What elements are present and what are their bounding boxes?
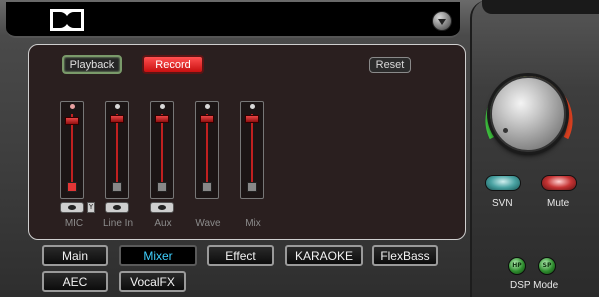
channel-strip-line-in <box>105 101 129 199</box>
tab-main[interactable]: Main <box>42 245 108 266</box>
reset-button[interactable]: Reset <box>369 57 411 73</box>
master-volume-knob[interactable] <box>490 76 566 152</box>
fader-handle[interactable] <box>155 115 169 123</box>
tab-effect[interactable]: Effect <box>207 245 274 266</box>
master-panel-cap <box>482 0 599 14</box>
monitor-eye-icon[interactable] <box>60 202 84 213</box>
dropdown-arrow-icon[interactable] <box>432 11 452 31</box>
dsp-headphone-button[interactable]: HP <box>508 257 526 275</box>
peak-indicator-icon <box>70 104 75 109</box>
channel-label-mix: Mix <box>245 218 261 229</box>
svn-label: SVN <box>492 198 513 209</box>
fader-track <box>251 114 253 190</box>
svn-button[interactable] <box>485 175 521 191</box>
fader-track <box>206 114 208 190</box>
channel-mute-toggle[interactable] <box>112 182 122 192</box>
fader-track <box>161 114 163 190</box>
channel-label-aux: Aux <box>154 218 172 229</box>
channel-label-line-in: Line In <box>102 218 134 229</box>
fader-track <box>116 114 118 190</box>
tab-mixer[interactable]: Mixer <box>119 245 197 266</box>
mute-label: Mute <box>547 198 570 209</box>
monitor-eye-icon[interactable] <box>105 202 129 213</box>
peak-indicator-icon <box>250 104 255 109</box>
channel-strip-mic <box>60 101 84 199</box>
tab-aec[interactable]: AEC <box>42 271 108 292</box>
dsp-mode-label: DSP Mode <box>510 280 559 291</box>
tab-karaoke[interactable]: KARAOKE <box>285 245 363 266</box>
knob-indicator-icon <box>503 128 508 133</box>
tab-flexbass[interactable]: FlexBass <box>372 245 438 266</box>
channel-mute-toggle[interactable] <box>67 182 77 192</box>
channel-label-mic: MIC <box>64 218 84 229</box>
header-bar <box>6 2 460 38</box>
mute-button[interactable] <box>541 175 577 191</box>
mic-boost-icon[interactable]: Y <box>87 202 95 213</box>
channel-mute-toggle[interactable] <box>247 182 257 192</box>
playback-button[interactable]: Playback <box>62 55 122 74</box>
record-button[interactable]: Record <box>142 55 204 74</box>
channel-label-wave: Wave <box>195 218 221 229</box>
channel-strip-wave <box>195 101 219 199</box>
fader-track <box>71 114 73 190</box>
channel-mute-toggle[interactable] <box>202 182 212 192</box>
tab-vocalfx[interactable]: VocalFX <box>119 271 186 292</box>
dolby-logo-icon <box>50 9 84 31</box>
monitor-eye-icon[interactable] <box>150 202 174 213</box>
fader-handle[interactable] <box>200 115 214 123</box>
dsp-speaker-button[interactable]: SP <box>538 257 556 275</box>
channel-mute-toggle[interactable] <box>157 182 167 192</box>
channel-strip-mix <box>240 101 264 199</box>
peak-indicator-icon <box>115 104 120 109</box>
fader-handle[interactable] <box>65 117 79 125</box>
fader-handle[interactable] <box>110 115 124 123</box>
peak-indicator-icon <box>205 104 210 109</box>
channel-strip-aux <box>150 101 174 199</box>
peak-indicator-icon <box>160 104 165 109</box>
fader-handle[interactable] <box>245 115 259 123</box>
